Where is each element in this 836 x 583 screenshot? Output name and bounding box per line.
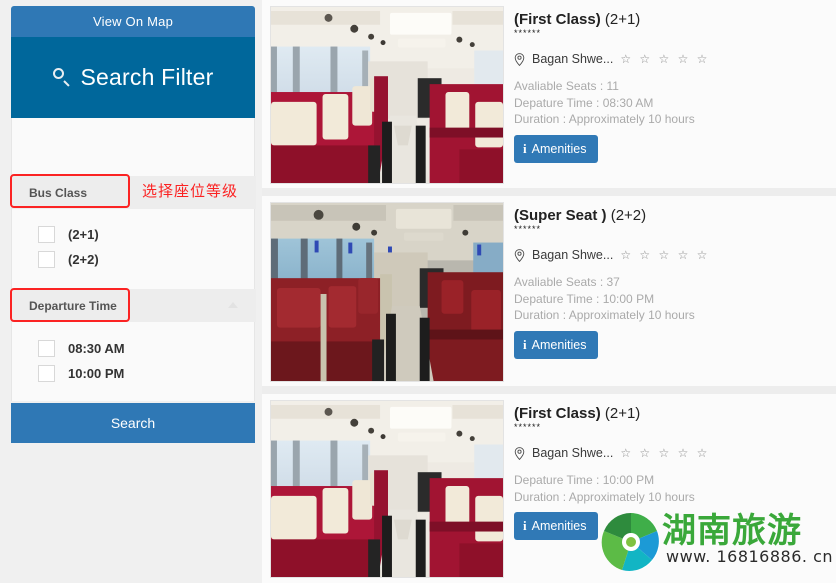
available-seats: Avaliable Seats : 37 bbox=[514, 275, 620, 289]
bus-seat-layout: (2+1) bbox=[600, 11, 641, 28]
amenities-button[interactable]: i Amenities bbox=[514, 512, 598, 540]
view-on-map-label: View On Map bbox=[93, 14, 173, 29]
section-header-departure-time[interactable]: Departure Time bbox=[12, 289, 256, 322]
bus-seat-layout: (2+2) bbox=[606, 207, 647, 224]
filter-option-bus-class-2[interactable]: (2+2) bbox=[38, 251, 99, 268]
departure-time: Depature Time : 08:30 AM bbox=[514, 95, 654, 110]
app-root: View On Map Search Filter Bus Class (2+1… bbox=[0, 0, 836, 583]
map-pin-icon bbox=[514, 52, 525, 66]
bus-interior-photo[interactable] bbox=[270, 400, 504, 578]
bus-interior-photo[interactable] bbox=[270, 6, 504, 184]
map-pin-icon bbox=[514, 248, 525, 262]
departure-time: Depature Time : 10:00 PM bbox=[514, 291, 655, 306]
info-icon: i bbox=[523, 140, 527, 156]
duration: Duration : Approximately 10 hours bbox=[514, 308, 695, 322]
bus-result-card[interactable]: (First Class) (2+1) ****** Bagan Shwe...… bbox=[262, 394, 836, 583]
section-label-bus-class: Bus Class bbox=[29, 185, 88, 200]
info-icon: i bbox=[523, 336, 527, 352]
location-name: Bagan Shwe... bbox=[532, 446, 614, 460]
operator-stars: ****** bbox=[514, 224, 542, 234]
chevron-up-icon[interactable] bbox=[228, 302, 238, 308]
search-icon bbox=[52, 68, 72, 87]
amenities-button[interactable]: i Amenities bbox=[514, 330, 598, 359]
amenities-label: Amenities bbox=[531, 337, 587, 352]
results-list: (First Class) (2+1) ****** Bagan Shwe...… bbox=[262, 0, 836, 583]
section-label-departure-time: Departure Time bbox=[29, 298, 117, 313]
bus-seat-layout: (2+1) bbox=[600, 405, 641, 422]
filter-option-bus-class-1[interactable]: (2+1) bbox=[38, 226, 99, 243]
departure-time: Depature Time : 10:00 PM bbox=[514, 473, 655, 487]
bus-result-card[interactable]: (Super Seat ) (2+2) ****** Bagan Shwe...… bbox=[262, 196, 836, 386]
location-row: Bagan Shwe... ☆ ☆ ☆ ☆ ☆ bbox=[514, 248, 828, 262]
bus-class-name: (First Class) bbox=[514, 405, 601, 422]
filter-option-label: 10:00 PM bbox=[68, 366, 125, 381]
bus-result-card[interactable]: (First Class) (2+1) ****** Bagan Shwe...… bbox=[262, 0, 836, 188]
search-filter-title: Search Filter bbox=[80, 64, 214, 90]
operator-stars: ****** bbox=[514, 28, 542, 38]
bus-title: (First Class) (2+1) bbox=[514, 404, 828, 423]
bus-result-info: (First Class) (2+1) ****** Bagan Shwe...… bbox=[514, 404, 828, 540]
location-name: Bagan Shwe... bbox=[532, 248, 614, 262]
location-name: Bagan Shwe... bbox=[532, 52, 614, 66]
info-icon: i bbox=[523, 518, 527, 533]
amenities-button[interactable]: i Amenities bbox=[514, 134, 598, 163]
bus-meta: Depature Time : 10:00 PM Duration : Appr… bbox=[514, 472, 828, 505]
search-filter-header: Search Filter bbox=[11, 37, 255, 118]
location-row: Bagan Shwe... ☆ ☆ ☆ ☆ ☆ bbox=[514, 52, 828, 66]
duration: Duration : Approximately 10 hours bbox=[514, 112, 695, 126]
checkbox-departure-2[interactable] bbox=[38, 365, 55, 382]
location-row: Bagan Shwe... ☆ ☆ ☆ ☆ ☆ bbox=[514, 446, 828, 460]
filter-option-departure-1[interactable]: 08:30 AM bbox=[38, 340, 125, 357]
filter-option-label: 08:30 AM bbox=[68, 341, 125, 356]
bus-meta: Avaliable Seats : 37 Depature Time : 10:… bbox=[514, 274, 828, 324]
filter-option-departure-2[interactable]: 10:00 PM bbox=[38, 365, 124, 382]
bus-class-name: (Super Seat ) bbox=[514, 207, 607, 224]
filter-body: Bus Class (2+1) (2+2) Departure Time 08:… bbox=[11, 118, 256, 401]
checkbox-bus-class-2[interactable] bbox=[38, 251, 55, 268]
star-rating[interactable]: ☆ ☆ ☆ ☆ ☆ bbox=[620, 52, 710, 66]
bus-title: (First Class) (2+1) bbox=[514, 10, 828, 29]
star-rating[interactable]: ☆ ☆ ☆ ☆ ☆ bbox=[620, 446, 710, 460]
filter-option-label: (2+1) bbox=[68, 227, 99, 242]
search-filter-sidebar: View On Map Search Filter Bus Class (2+1… bbox=[0, 0, 262, 583]
map-pin-icon bbox=[514, 446, 525, 460]
amenities-label: Amenities bbox=[531, 519, 587, 533]
duration: Duration : Approximately 10 hours bbox=[514, 489, 695, 504]
operator-stars: ****** bbox=[514, 422, 542, 432]
checkbox-departure-1[interactable] bbox=[38, 340, 55, 357]
available-seats: Avaliable Seats : 11 bbox=[514, 79, 619, 93]
annotation-note: 选择座位等级 bbox=[142, 182, 239, 200]
star-rating[interactable]: ☆ ☆ ☆ ☆ ☆ bbox=[620, 248, 710, 262]
bus-interior-photo[interactable] bbox=[270, 202, 504, 382]
bus-result-info: (First Class) (2+1) ****** Bagan Shwe...… bbox=[514, 10, 828, 163]
bus-meta: Avaliable Seats : 11 Depature Time : 08:… bbox=[514, 78, 828, 128]
filter-option-label: (2+2) bbox=[68, 252, 99, 267]
search-button[interactable]: Search bbox=[11, 403, 255, 443]
bus-result-info: (Super Seat ) (2+2) ****** Bagan Shwe...… bbox=[514, 206, 828, 359]
amenities-label: Amenities bbox=[531, 141, 587, 156]
bus-title: (Super Seat ) (2+2) bbox=[514, 206, 828, 225]
bus-class-name: (First Class) bbox=[514, 11, 601, 28]
checkbox-bus-class-1[interactable] bbox=[38, 226, 55, 243]
view-on-map-button[interactable]: View On Map bbox=[11, 6, 255, 37]
